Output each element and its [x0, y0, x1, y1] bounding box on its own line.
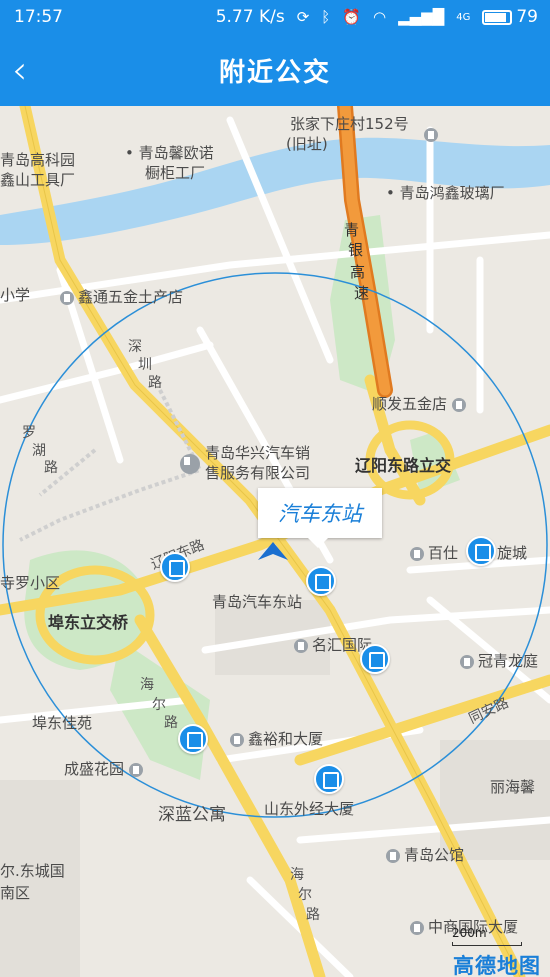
- page-title: 附近公交: [218, 58, 331, 88]
- road-label-shenzhen-2: 圳: [138, 357, 152, 373]
- map-label-nanqu: 南区: [0, 884, 31, 902]
- map-label-xinshan: 鑫山工具厂: [0, 171, 76, 189]
- network-speed: 5.77 K/s: [215, 7, 285, 27]
- bus-stop-icon[interactable]: [360, 644, 390, 674]
- alarm-icon: ⏰: [342, 8, 361, 26]
- wrench-icon: [180, 454, 200, 474]
- battery-indicator: 79: [482, 7, 538, 27]
- road-label-haier-south-1: 海: [290, 867, 304, 883]
- road-label-shenzhen-3: 路: [148, 375, 162, 391]
- road-label-haier-1: 海: [140, 677, 154, 693]
- map-label-budong-jiayuan: 埠东佳苑: [32, 714, 93, 732]
- poi-icon: [230, 732, 244, 747]
- location-arrow-icon: [258, 542, 288, 560]
- battery-icon: [482, 9, 513, 25]
- bus-stop-icon[interactable]: [306, 566, 336, 596]
- map-label-liaoyang-overpass: 辽阳东路立交: [355, 456, 452, 475]
- poi-icon: [410, 546, 424, 561]
- map-label-shandong: 山东外经大厦: [264, 800, 355, 818]
- map-label-huaxing-2: 售服务有限公司: [205, 464, 311, 482]
- map-label-guanqing: 冠青龙庭: [460, 652, 538, 671]
- poi-icon: [386, 848, 400, 863]
- map-label-xuancheng: 旋城: [497, 544, 528, 562]
- status-icons: 5.77 K/s ⟳ ᛒ ⏰ ◠ ▂▄▆█ 4G 79: [216, 7, 538, 27]
- map-label-xiaoxue: 小学: [0, 286, 31, 304]
- map-label-baishi: 百仕: [410, 544, 458, 563]
- poi-icon: [451, 397, 466, 412]
- sync-icon: ⟳: [296, 8, 310, 26]
- map-label-huaxing: 青岛华兴汽车销: [205, 444, 311, 462]
- map-label-budong-overpass: 埠东立交桥: [48, 613, 129, 632]
- road-label-haier-south-2: 尔: [298, 887, 312, 903]
- poi-icon: [460, 654, 474, 669]
- poi-icon: [424, 128, 438, 142]
- status-bar: 17:57 5.77 K/s ⟳ ᛒ ⏰ ◠ ▂▄▆█ 4G 79: [0, 0, 550, 36]
- map-label-shunfa: 顺发五金店: [372, 395, 470, 414]
- road-label-haier-2: 尔: [152, 697, 166, 713]
- road-label-qingyin-3: 高: [350, 263, 366, 281]
- signal-icon: ▂▄▆█: [398, 8, 445, 26]
- map-label-hongxin: • 青岛鸿鑫玻璃厂: [386, 184, 505, 202]
- map-scale: 200m: [452, 926, 522, 946]
- map-label-lihai: 丽海馨: [490, 778, 536, 796]
- road-label-luohu-1: 罗: [22, 425, 36, 441]
- map-label-gaokeyuan: 青岛高科园: [0, 151, 76, 169]
- bus-stop-icon[interactable]: [466, 536, 496, 566]
- poi-icon: [294, 638, 308, 653]
- map-label-chengsheng: 成盛花园: [64, 760, 147, 779]
- road-label-qingyin-2: 银: [348, 241, 364, 259]
- map-label-xintong: 鑫通五金土产店: [60, 288, 183, 307]
- road-label-haier-south-3: 路: [306, 907, 320, 923]
- bluetooth-icon: ᛒ: [321, 8, 331, 26]
- station-callout[interactable]: 汽车东站: [258, 488, 382, 548]
- map-label-xinyu: 鑫裕和大厦: [230, 730, 323, 749]
- map-label-luoxiaoqu: 寺罗小区: [0, 574, 61, 592]
- poi-icon: [128, 762, 143, 777]
- battery-level: 79: [516, 7, 538, 27]
- poi-icon: [60, 290, 74, 305]
- map-label-shenlan: 深蓝公寓: [158, 805, 226, 825]
- bus-stop-icon[interactable]: [178, 724, 208, 754]
- road-label-luohu-3: 路: [44, 460, 58, 476]
- bus-stop-icon[interactable]: [160, 552, 190, 582]
- road-label-haier-3: 路: [164, 715, 178, 731]
- road-label-shenzhen-1: 深: [128, 339, 142, 355]
- map-label-qingdao-bus: 青岛汽车东站: [212, 593, 303, 611]
- map-label-gongguan: 青岛公馆: [386, 846, 464, 865]
- map-label-zhangjia-old: (旧址): [286, 135, 328, 153]
- map-logo: 高德地图: [453, 954, 541, 977]
- network-type: 4G: [456, 11, 471, 23]
- road-label-qingyin-4: 速: [354, 284, 370, 302]
- map-label-xinou: • 青岛馨欧诺: [125, 144, 214, 162]
- wifi-icon: ◠: [372, 8, 387, 26]
- app-bar: ‹ 附近公交: [0, 36, 550, 106]
- poi-icon: [410, 920, 424, 935]
- map-label-zhangjia: 张家下庄村152号: [290, 115, 409, 133]
- road-label-qingyin-1: 青: [344, 221, 360, 239]
- map-label-dongcheng: 尔.东城国: [0, 862, 65, 880]
- map-label-chugui: 橱柜工厂: [145, 164, 206, 182]
- scale-bar: [452, 942, 522, 946]
- bus-stop-icon[interactable]: [314, 764, 344, 794]
- status-time: 17:57: [14, 7, 63, 27]
